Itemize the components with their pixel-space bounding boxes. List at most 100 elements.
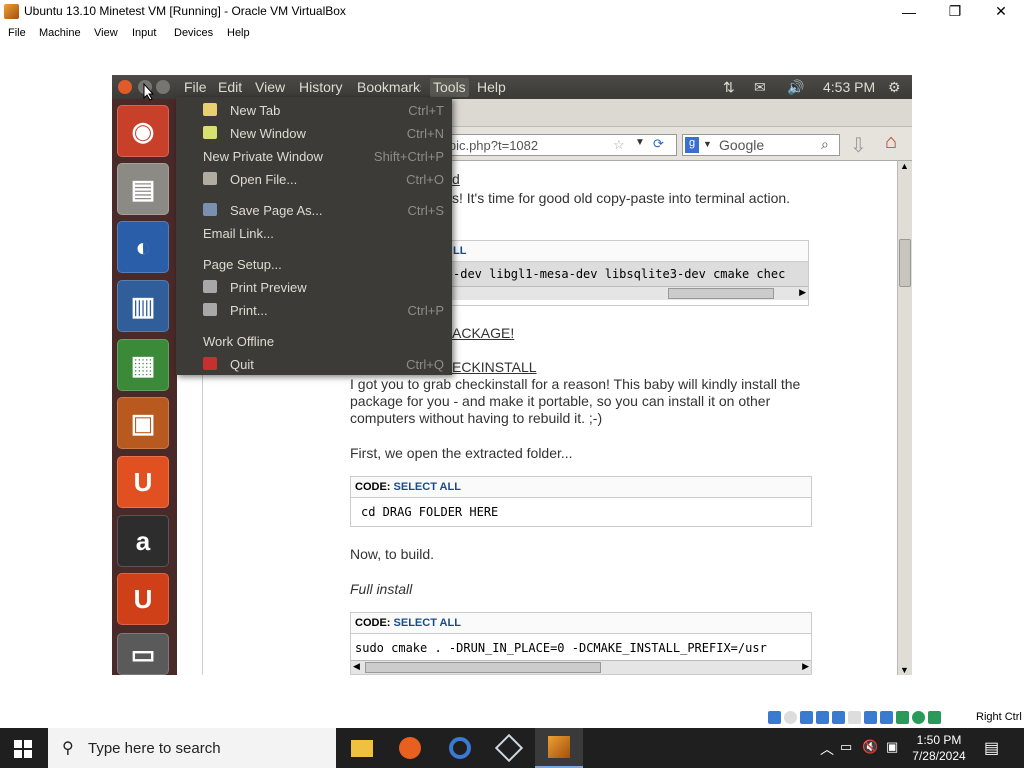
files-icon[interactable]: ▤ [117, 163, 169, 215]
folder-icon [203, 172, 217, 185]
menu-item-new-window[interactable]: New Window Ctrl+N [176, 122, 452, 144]
volume-icon[interactable]: 🔊 [787, 79, 804, 96]
tools-menu: New Tab Ctrl+T New Window Ctrl+N New Pri… [176, 97, 452, 375]
menu-item-print-preview[interactable]: Print Preview [176, 276, 452, 298]
vbox-menubar: File Machine View Input Devices Help [0, 23, 1024, 43]
select-all-link-2[interactable]: SELECT ALL [394, 481, 461, 493]
ff-menu-edit[interactable]: Edit [218, 79, 242, 95]
mouse-integration-icon[interactable] [912, 711, 925, 724]
audio-icon[interactable] [800, 711, 813, 724]
taskbar-search-placeholder: Type here to search [88, 740, 221, 757]
ubuntu-one-icon[interactable]: U [117, 573, 169, 625]
settings-gear-icon[interactable]: ⚙ [888, 79, 901, 96]
menu-file[interactable]: File [8, 27, 26, 39]
ff-menu-help[interactable]: Help [477, 79, 506, 95]
firefox-icon[interactable]: ◐ [117, 221, 169, 273]
ff-menu-bookmarks[interactable]: Bookmarks [357, 79, 421, 95]
scroll-up-arrow-icon[interactable]: ▲ [900, 161, 909, 171]
menu-help[interactable]: Help [227, 27, 250, 39]
network-adapter-icon[interactable] [816, 711, 829, 724]
volume-muted-icon[interactable]: 🔇 [862, 739, 878, 755]
menu-item-open-file[interactable]: Open File... Ctrl+O [176, 168, 452, 190]
menu-view[interactable]: View [94, 27, 118, 39]
select-all-link-3[interactable]: SELECT ALL [394, 617, 461, 629]
libreoffice-writer-icon[interactable]: ▥ [117, 280, 169, 332]
action-center-icon[interactable]: ▤ [984, 738, 999, 758]
show-hidden-icons-chevron-icon[interactable]: ︿ [820, 739, 834, 759]
select-all-link-1[interactable]: LL [453, 245, 466, 257]
system-tool-icon[interactable]: ▭ [117, 633, 169, 675]
search-engine-dropdown-icon[interactable]: ▼ [703, 139, 712, 149]
page-vertical-scrollbar[interactable]: ▲ ▼ [897, 161, 912, 675]
virtualbox-icon [4, 4, 19, 19]
virtualization-icon[interactable] [896, 711, 909, 724]
close-button[interactable]: ✕ [978, 0, 1024, 23]
ff-menu-file[interactable]: File [184, 79, 207, 95]
libreoffice-calc-icon[interactable]: ▦ [117, 339, 169, 391]
google-icon[interactable]: g [685, 137, 699, 153]
windows-start-icon[interactable] [14, 740, 32, 758]
checkinstall-paragraph: I got you to grab checkinstall for a rea… [350, 376, 801, 426]
ubuntu-software-center-icon[interactable]: U [117, 456, 169, 508]
menu-item-email-link[interactable]: Email Link... [176, 222, 452, 244]
libreoffice-impress-icon[interactable]: ▣ [117, 397, 169, 449]
full-install-label: Full install [350, 581, 413, 597]
checkinstall-heading: ECKINSTALL [452, 359, 537, 375]
ff-menu-tools[interactable]: Tools [430, 78, 469, 97]
network-icon[interactable]: ⇅ [723, 79, 735, 96]
open-folder-paragraph: First, we open the extracted folder... [350, 445, 573, 461]
menu-item-quit[interactable]: Quit Ctrl+Q [176, 353, 452, 375]
window-maximize-icon[interactable] [156, 80, 170, 94]
search-bar[interactable]: g ▼ Google ⌕ [682, 134, 840, 156]
window-close-icon[interactable] [118, 80, 132, 94]
menu-devices[interactable]: Devices [174, 27, 213, 39]
optical-drive-icon[interactable] [784, 711, 797, 724]
download-icon[interactable]: ⇩ [850, 133, 867, 158]
minimize-button[interactable]: — [886, 0, 932, 23]
dash-home-icon[interactable]: ◉ [117, 105, 169, 157]
menu-item-print[interactable]: Print... Ctrl+P [176, 299, 452, 321]
ff-menu-view[interactable]: View [255, 79, 285, 95]
scroll-down-arrow-icon[interactable]: ▼ [900, 665, 909, 675]
taskbar-search-box[interactable]: ⚲ Type here to search [48, 728, 336, 768]
scroll-right-arrow-icon[interactable]: ▶ [802, 661, 809, 672]
url-dropdown-icon[interactable]: ▼ [635, 137, 645, 148]
window-title: Ubuntu 13.10 Minetest VM [Running] - Ora… [24, 4, 346, 18]
video-capture-icon[interactable] [880, 711, 893, 724]
firefox-taskbar-icon[interactable] [386, 728, 434, 768]
menu-item-new-private-window[interactable]: New Private Window Shift+Ctrl+P [176, 145, 452, 167]
keyboard-capture-icon[interactable] [928, 711, 941, 724]
maximize-button[interactable]: ❐ [932, 0, 978, 23]
mail-icon[interactable]: ✉ [754, 79, 766, 96]
menu-machine[interactable]: Machine [39, 27, 81, 39]
print-preview-icon [203, 280, 217, 293]
menu-item-new-tab[interactable]: New Tab Ctrl+T [176, 99, 452, 121]
chrome-taskbar-icon[interactable] [436, 728, 484, 768]
scrollbar-thumb[interactable] [899, 239, 911, 287]
vm-window-taskbar-icon[interactable] [535, 728, 583, 768]
menu-item-page-setup[interactable]: Page Setup... [176, 253, 452, 275]
amazon-icon[interactable]: a [117, 515, 169, 567]
scroll-right-arrow-icon[interactable]: ▶ [799, 287, 806, 298]
home-icon[interactable]: ⌂ [885, 131, 897, 154]
file-explorer-taskbar-icon[interactable] [338, 728, 386, 768]
shared-folders-icon[interactable] [848, 711, 861, 724]
ff-menu-history[interactable]: History [299, 79, 343, 95]
host-key-label: Right Ctrl [976, 711, 1022, 723]
menu-item-save-page-as[interactable]: Save Page As... Ctrl+S [176, 199, 452, 221]
menu-item-work-offline[interactable]: Work Offline [176, 330, 452, 352]
virtualbox-taskbar-icon[interactable] [485, 728, 533, 768]
display-icon[interactable] [864, 711, 877, 724]
reload-icon[interactable]: ⟳ [653, 136, 664, 152]
bookmark-star-icon[interactable]: ☆ [613, 137, 625, 153]
hdd-icon[interactable] [768, 711, 781, 724]
notification-tray-icon[interactable]: ▣ [886, 739, 898, 755]
clock[interactable]: 4:53 PM [823, 79, 875, 95]
scroll-left-arrow-icon[interactable]: ◀ [353, 661, 360, 672]
network-tray-icon[interactable]: ▭ [840, 739, 852, 755]
url-text: topic.php?t=1082 [438, 138, 539, 153]
search-icon[interactable]: ⌕ [821, 136, 829, 153]
system-clock[interactable]: 1:50 PM 7/28/2024 [905, 732, 973, 764]
menu-input[interactable]: Input [132, 27, 156, 39]
usb-icon[interactable] [832, 711, 845, 724]
